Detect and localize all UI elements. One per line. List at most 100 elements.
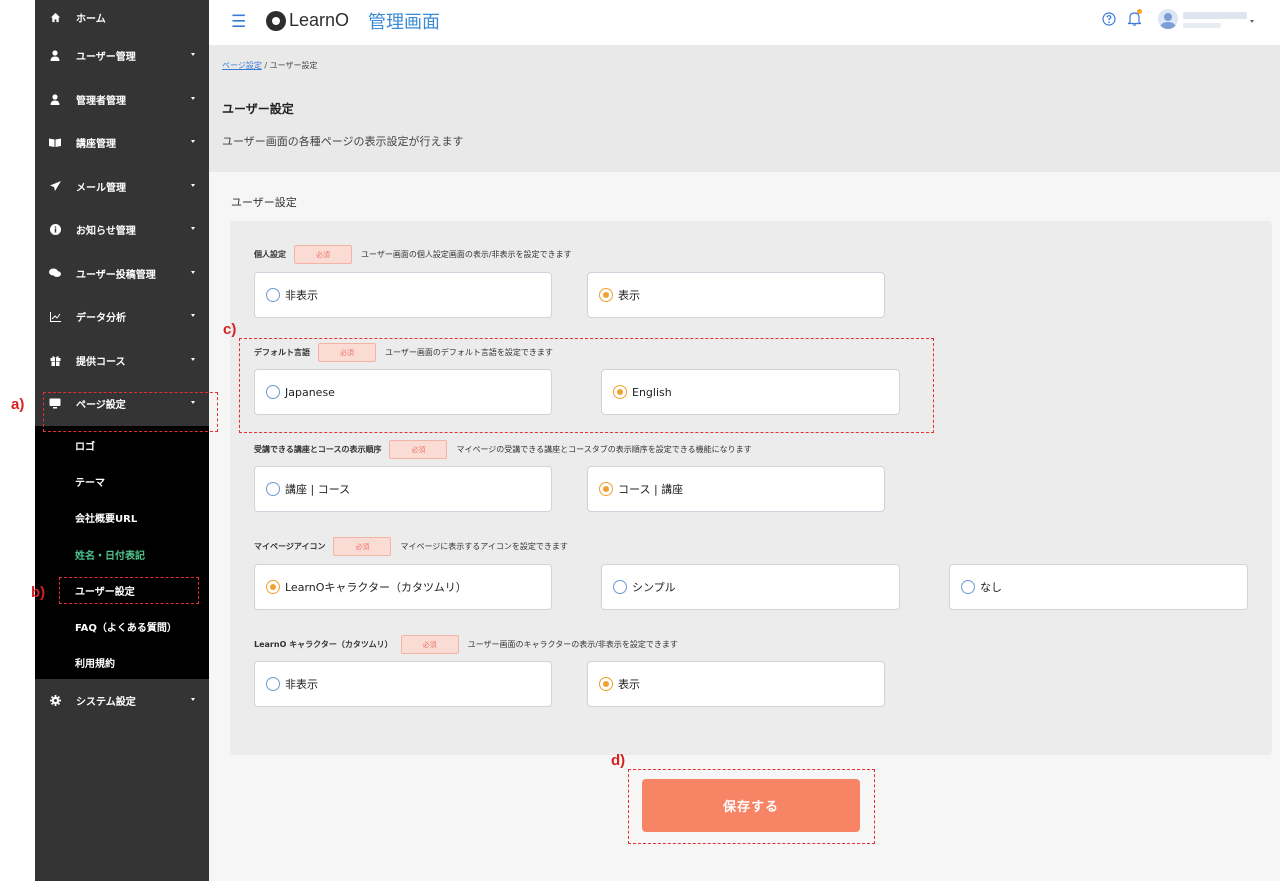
option-hide[interactable]: 非表示: [254, 272, 552, 318]
sidebar-item-user-posts[interactable]: ユーザー投稿管理: [35, 252, 209, 296]
page-header-zone: ページ設定 / ユーザー設定 ユーザー設定 ユーザー画面の各種ページの表示設定が…: [209, 45, 1280, 172]
radio-button[interactable]: [961, 580, 975, 594]
radio-button[interactable]: [266, 482, 280, 496]
option-character-icon[interactable]: LearnOキャラクター（カタツムリ）: [254, 564, 552, 610]
submenu-item-terms[interactable]: 利用規約: [35, 645, 209, 681]
user-name-redacted: [1183, 12, 1247, 19]
setting-description: マイページに表示するアイコンを設定できます: [400, 542, 568, 551]
chevron-down-icon[interactable]: [1250, 20, 1254, 23]
option-course-first[interactable]: 講座 | コース: [254, 466, 552, 512]
option-label: 講座 | コース: [285, 483, 351, 496]
required-badge: 必須: [389, 440, 448, 459]
sidebar: ホーム ユーザー管理 管理者管理 講座管理 メール管理 お知らせ管理 ユーザー投…: [35, 0, 209, 881]
user-icon: [48, 94, 62, 105]
annotation-box-b: [59, 577, 199, 604]
annotation-box-a: [43, 392, 218, 432]
breadcrumb-link[interactable]: ページ設定: [222, 61, 262, 70]
setting-label: LearnO キャラクター（カタツムリ）: [254, 640, 393, 649]
setting-label: マイページアイコン: [254, 542, 326, 551]
option-show-character[interactable]: 表示: [587, 661, 885, 707]
page: ホーム ユーザー管理 管理者管理 講座管理 メール管理 お知らせ管理 ユーザー投…: [0, 0, 1280, 881]
radio-button-selected[interactable]: [266, 580, 280, 594]
home-icon: [48, 12, 62, 23]
admin-title: 管理画面: [368, 12, 440, 33]
chevron-down-icon: [191, 697, 195, 701]
chevron-down-icon: [191, 96, 195, 100]
chevron-down-icon: [191, 357, 195, 361]
setting-label: 個人設定: [254, 250, 286, 259]
annotation-label-d: d): [611, 752, 626, 769]
setting-row-label: LearnO キャラクター（カタツムリ） 必須 ユーザー画面のキャラクターの表示…: [254, 635, 678, 654]
sidebar-item-mail-management[interactable]: メール管理: [35, 165, 209, 209]
option-label: なし: [980, 581, 1002, 594]
chevron-down-icon: [191, 140, 195, 143]
chart-icon: [48, 311, 62, 322]
chevron-down-icon: [191, 227, 195, 230]
radio-button-selected[interactable]: [599, 482, 613, 496]
page-description: ユーザー画面の各種ページの表示設定が行えます: [222, 135, 464, 148]
required-badge: 必須: [294, 245, 352, 264]
sidebar-item-data-analysis[interactable]: データ分析: [35, 295, 209, 339]
chevron-down-icon: [191, 183, 195, 187]
sidebar-item-label: 管理者管理: [76, 95, 126, 107]
annotation-label-b: b): [31, 584, 46, 601]
gift-icon: [48, 355, 62, 366]
required-badge: 必須: [333, 537, 392, 556]
breadcrumb: ページ設定 / ユーザー設定: [222, 60, 317, 71]
user-role-redacted: [1183, 23, 1221, 28]
submenu-item-faq[interactable]: FAQ（よくある質問）: [35, 608, 209, 644]
option-simple-icon[interactable]: シンプル: [601, 564, 900, 610]
radio-button[interactable]: [613, 580, 627, 594]
sidebar-item-admin-management[interactable]: 管理者管理: [35, 78, 209, 122]
sidebar-item-label: 提供コース: [76, 356, 126, 368]
sidebar-item-user-management[interactable]: ユーザー管理: [35, 34, 209, 78]
option-label: 表示: [618, 289, 640, 302]
section-title: ユーザー設定: [231, 196, 297, 209]
page-title: ユーザー設定: [222, 102, 294, 116]
top-header: ☰ LearnO 管理画面: [209, 0, 1280, 45]
option-label: コース | 講座: [618, 483, 684, 496]
setting-row-label: 個人設定 必須 ユーザー画面の個人設定画面の表示/非表示を設定できます: [254, 245, 572, 264]
breadcrumb-current: ユーザー設定: [269, 61, 318, 70]
option-program-first[interactable]: コース | 講座: [587, 466, 885, 512]
submenu-item-theme[interactable]: テーマ: [35, 464, 209, 500]
annotation-label-a: a): [11, 396, 25, 413]
option-hide-character[interactable]: 非表示: [254, 661, 552, 707]
chevron-down-icon: [191, 270, 195, 274]
submenu-item-logo[interactable]: ロゴ: [35, 428, 209, 464]
radio-button[interactable]: [266, 288, 280, 302]
submenu-item-name-date-format[interactable]: 姓名・日付表記: [35, 536, 209, 572]
setting-description: ユーザー画面の個人設定画面の表示/非表示を設定できます: [361, 250, 572, 259]
option-show[interactable]: 表示: [587, 272, 885, 318]
sidebar-item-home[interactable]: ホーム: [35, 0, 209, 34]
annotation-label-c: c): [223, 321, 237, 338]
chat-icon: [48, 268, 62, 278]
sidebar-item-news-management[interactable]: お知らせ管理: [35, 208, 209, 252]
sidebar-item-course-management[interactable]: 講座管理: [35, 121, 209, 165]
avatar[interactable]: [1158, 9, 1178, 29]
sidebar-item-courses-offered[interactable]: 提供コース: [35, 339, 209, 383]
radio-button[interactable]: [266, 677, 280, 691]
option-label: 表示: [618, 678, 640, 691]
notification-dot: [1137, 9, 1142, 14]
send-icon: [48, 181, 62, 192]
sidebar-item-system-settings[interactable]: システム設定: [35, 679, 209, 723]
logo-text: LearnO: [289, 10, 350, 30]
option-label: LearnOキャラクター（カタツムリ）: [285, 581, 467, 594]
help-icon[interactable]: [1102, 11, 1116, 30]
settings-panel: 個人設定 必須 ユーザー画面の個人設定画面の表示/非表示を設定できます 非表示 …: [230, 221, 1272, 755]
radio-button-selected[interactable]: [599, 677, 613, 691]
user-icon: [48, 50, 62, 62]
gear-icon: [48, 694, 62, 706]
option-label: 非表示: [285, 678, 318, 691]
option-no-icon[interactable]: なし: [949, 564, 1248, 610]
sidebar-item-label: ホーム: [76, 13, 106, 25]
annotation-box-c: [239, 338, 934, 433]
option-label: シンプル: [632, 581, 676, 594]
info-icon: [48, 224, 62, 236]
book-icon: [48, 138, 62, 148]
submenu-item-company-url[interactable]: 会社概要URL: [35, 500, 209, 536]
chevron-down-icon: [191, 53, 195, 56]
hamburger-menu-icon[interactable]: ☰: [231, 12, 246, 32]
radio-button-selected[interactable]: [599, 288, 613, 302]
